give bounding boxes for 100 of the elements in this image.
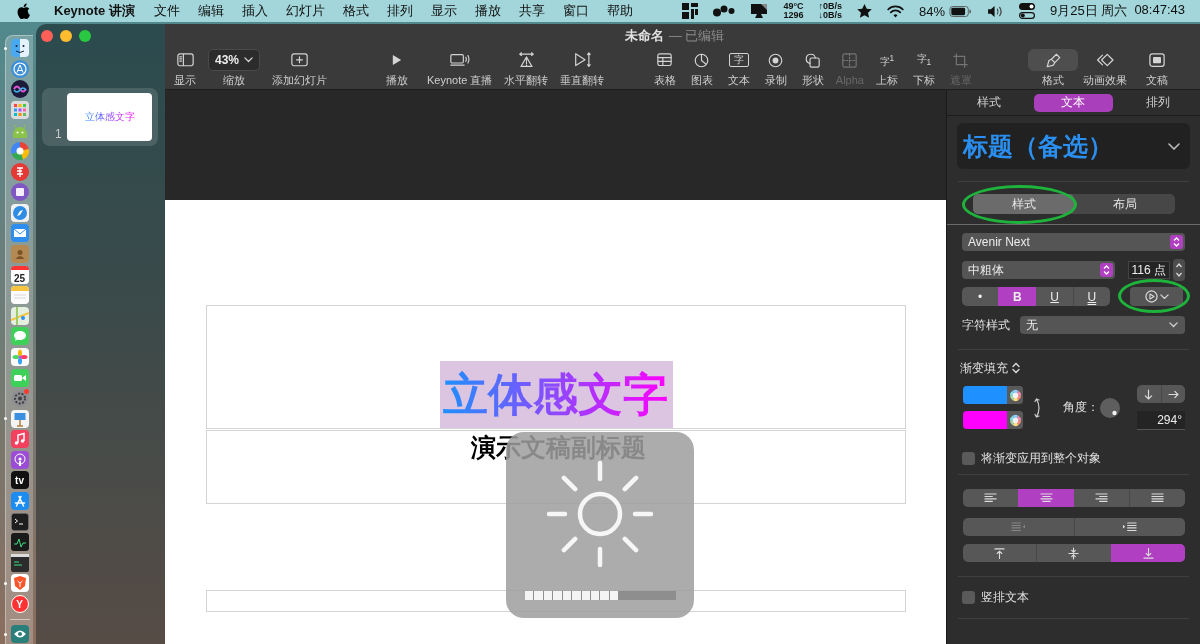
compass-app-icon[interactable] (10, 203, 29, 222)
menu-item[interactable]: 帮助 (606, 2, 633, 20)
menu-item[interactable]: 显示 (430, 2, 457, 20)
color-well[interactable] (963, 411, 1023, 429)
pie-chart-icon (694, 52, 710, 68)
orb-app-icon[interactable] (10, 80, 29, 99)
toolbar-button[interactable]: 图表 (683, 49, 721, 87)
angle-knob[interactable] (1100, 397, 1120, 418)
gear-app-icon[interactable] (10, 389, 29, 408)
flower-app-icon[interactable] (10, 347, 29, 366)
toolbar-button[interactable]: 字$_{1}$ 下标 (905, 49, 943, 87)
segment-tab[interactable]: 布局 (1074, 194, 1175, 214)
camera-app-icon[interactable] (10, 368, 29, 387)
checkbox[interactable] (962, 590, 975, 604)
toolbar-button[interactable]: 水平翻转 (504, 49, 549, 87)
record-icon (768, 52, 784, 68)
toolbar-button[interactable]: 录制 (757, 49, 795, 87)
inspector-tab[interactable]: 文本 (1034, 93, 1113, 112)
slide-navigator-item[interactable]: 1 立体感文字 (42, 88, 158, 146)
inspector-tab[interactable]: 样式 (949, 93, 1029, 112)
apple-icon[interactable] (17, 3, 30, 19)
toolbar-button[interactable]: 字$^{1}$ 上标 (868, 49, 906, 87)
eye-app-icon[interactable] (10, 625, 29, 644)
toolbar-button[interactable]: 垂直翻转 (560, 49, 605, 87)
toolbar-button[interactable]: 格式 (1028, 49, 1079, 87)
text-style-button[interactable]: U (1035, 287, 1073, 306)
paragraph-style-popup[interactable]: 标题（备选） (957, 123, 1190, 169)
podcast-app-icon[interactable] (10, 450, 29, 469)
terminal-app-icon[interactable] (10, 512, 29, 531)
zoom-button[interactable] (79, 30, 91, 42)
color-well[interactable] (963, 386, 1023, 404)
letter-disc-app-icon[interactable]: Y (10, 595, 29, 614)
swap-arrows-icon[interactable] (1034, 396, 1042, 419)
speech-bubble-app-icon[interactable] (10, 327, 29, 346)
battery-icon[interactable] (949, 5, 973, 17)
wifi-icon[interactable] (887, 4, 905, 18)
date-text: 9月25日 周六 (1050, 2, 1128, 20)
menu-item[interactable]: 窗口 (562, 2, 589, 20)
caret-icon (1169, 322, 1178, 328)
menu-item[interactable]: 文件 (153, 2, 180, 20)
font-family-popup[interactable]: Avenir Next (962, 233, 1185, 251)
toolbar-button[interactable]: 添加幻灯片 (268, 49, 330, 87)
text-style-button[interactable]: U (1072, 287, 1110, 306)
checkbox[interactable] (962, 451, 975, 465)
toolbar-button[interactable]: 动画效果 (1080, 49, 1131, 87)
toolbar-button[interactable]: 文稿 (1132, 49, 1183, 87)
text-options-button[interactable] (1130, 287, 1183, 306)
text-style-button[interactable]: B (998, 287, 1036, 306)
close-button[interactable] (41, 30, 53, 42)
person-app-icon[interactable] (10, 244, 29, 263)
zoom-dropdown[interactable]: 43% (208, 49, 260, 71)
toggles-icon[interactable] (1019, 3, 1036, 19)
notepad-app-icon[interactable] (10, 286, 29, 305)
triangle-flip-icon (517, 52, 535, 68)
calendar-app-icon[interactable]: 25 (10, 265, 29, 284)
music-note-app-icon[interactable] (10, 430, 29, 449)
menu-item[interactable]: 格式 (342, 2, 369, 20)
character-style-popup[interactable]: 无 (1020, 316, 1185, 334)
vertical-alignment-button[interactable] (1110, 544, 1185, 562)
map-app-icon[interactable] (10, 306, 29, 325)
monitor-icon[interactable] (750, 3, 769, 19)
menu-item[interactable]: 编辑 (197, 2, 224, 20)
inspector-tab[interactable]: 排列 (1118, 93, 1198, 112)
caret-icon (1159, 293, 1169, 300)
a-shape-app-icon[interactable] (10, 492, 29, 511)
sun-icon (546, 460, 654, 568)
toolbar-button[interactable]: Keynote 直播 (427, 49, 493, 87)
typeface-popup[interactable]: 中粗体 (962, 261, 1115, 279)
size-stepper[interactable] (1173, 259, 1185, 281)
text-style-button[interactable]: • (962, 287, 999, 306)
arrow-right-icon (1167, 389, 1179, 399)
toolbar-button[interactable]: 显示 (170, 49, 200, 87)
star-icon[interactable] (857, 4, 873, 18)
console-app-icon[interactable] (10, 553, 29, 572)
menu-item[interactable]: 排列 (386, 2, 413, 20)
color-wheel-app-icon[interactable] (10, 141, 29, 160)
font-size-field[interactable]: 116 点 (1128, 261, 1170, 279)
menu-item[interactable]: 播放 (474, 2, 501, 20)
minimize-button[interactable] (60, 30, 72, 42)
fill-type-popup[interactable]: 渐变填充 (960, 361, 1020, 375)
podium-app-icon[interactable] (10, 409, 29, 428)
toolbar-button[interactable]: 字 文本 (720, 49, 758, 87)
menu-item[interactable]: 幻灯片 (285, 2, 325, 20)
menu-item[interactable]: 插入 (241, 2, 268, 20)
tv-app-icon[interactable]: tv (10, 471, 29, 490)
face-app-icon[interactable] (10, 39, 29, 57)
pulse-graph-app-icon[interactable] (10, 533, 29, 552)
striped-disc-app-icon[interactable] (10, 162, 29, 181)
angle-field[interactable]: 294° (1137, 411, 1185, 430)
toolbar-button[interactable]: 表格 (646, 49, 684, 87)
dots-icon[interactable] (713, 5, 736, 17)
tiled-windows-icon[interactable] (682, 3, 699, 19)
volume-icon[interactable] (987, 4, 1005, 18)
menu-item[interactable]: 共享 (518, 2, 545, 20)
segment-tab[interactable]: 样式 (973, 194, 1074, 214)
toolbar-button[interactable]: 播放 (379, 49, 415, 87)
square-disc-app-icon[interactable] (10, 183, 29, 202)
app-menu[interactable]: Keynote 讲演 (54, 2, 135, 20)
envelope-app-icon[interactable] (10, 224, 29, 243)
toolbar-button[interactable]: 形状 (794, 49, 832, 87)
